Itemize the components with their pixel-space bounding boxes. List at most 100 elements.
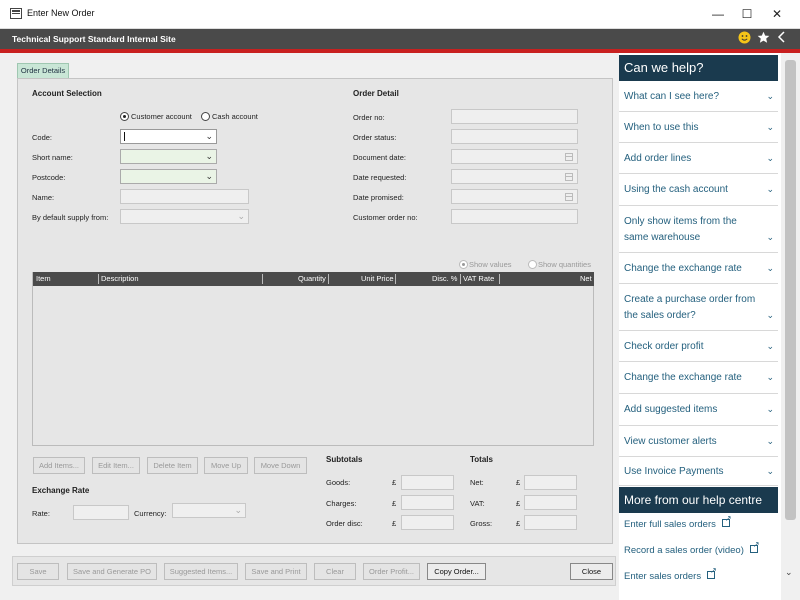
copy-order-button[interactable]: Copy Order... bbox=[427, 563, 486, 580]
help-link-full-sales-orders[interactable]: Enter full sales orders bbox=[624, 514, 732, 530]
help-item-label: Add suggested items bbox=[624, 404, 718, 415]
help-item-label: Check order profit bbox=[624, 341, 704, 352]
help-item-what-can-i-see[interactable]: What can I see here? ⌄ bbox=[619, 82, 778, 112]
chevron-down-icon: ⌄ bbox=[766, 466, 774, 476]
column-header-disc[interactable]: Disc. % bbox=[432, 274, 457, 283]
suggested-items-button[interactable]: Suggested Items... bbox=[164, 563, 238, 580]
order-status-field[interactable] bbox=[451, 129, 578, 144]
help-item-purchase-order[interactable]: Create a purchase order from the sales o… bbox=[619, 285, 778, 331]
help-link-enter-sales-orders[interactable]: Enter sales orders bbox=[624, 566, 717, 582]
order-no-label: Order no: bbox=[353, 113, 385, 122]
order-disc-field bbox=[401, 515, 454, 530]
order-status-label: Order status: bbox=[353, 133, 397, 142]
help-item-same-warehouse[interactable]: Only show items from the same warehouse ⌄ bbox=[619, 207, 778, 253]
chevron-down-icon: ⌄ bbox=[766, 372, 774, 382]
show-values-radio[interactable] bbox=[459, 260, 468, 269]
column-header-quantity[interactable]: Quantity bbox=[298, 274, 326, 283]
currency-dropdown[interactable]: ⌄ bbox=[172, 503, 246, 518]
star-icon[interactable] bbox=[756, 31, 770, 45]
help-item-add-order-lines[interactable]: Add order lines ⌄ bbox=[619, 144, 778, 174]
order-lines-grid[interactable] bbox=[32, 272, 594, 446]
column-separator[interactable] bbox=[98, 274, 99, 284]
column-separator[interactable] bbox=[460, 274, 461, 284]
chevron-left-icon[interactable] bbox=[775, 31, 789, 45]
order-no-field[interactable] bbox=[451, 109, 578, 124]
scroll-down-icon[interactable]: ⌄ bbox=[785, 567, 793, 578]
name-field[interactable] bbox=[120, 189, 249, 204]
column-separator[interactable] bbox=[499, 274, 500, 284]
calendar-icon[interactable] bbox=[565, 153, 573, 161]
move-down-button[interactable]: Move Down bbox=[254, 457, 307, 474]
external-link-icon bbox=[707, 566, 717, 579]
charges-label: Charges: bbox=[326, 499, 357, 508]
calendar-icon[interactable] bbox=[565, 173, 573, 181]
code-dropdown[interactable]: ⌄ bbox=[120, 129, 217, 144]
help-link-record-video[interactable]: Record a sales order (video) bbox=[624, 540, 760, 556]
date-promised-label: Date promised: bbox=[353, 193, 404, 202]
totals-heading: Totals bbox=[470, 455, 493, 464]
currency-symbol: £ bbox=[392, 499, 397, 508]
column-header-vat-rate[interactable]: VAT Rate bbox=[463, 274, 494, 283]
date-promised-field[interactable] bbox=[451, 189, 578, 204]
exchange-rate-heading: Exchange Rate bbox=[32, 486, 90, 495]
column-separator[interactable] bbox=[328, 274, 329, 284]
show-quantities-radio[interactable] bbox=[528, 260, 537, 269]
minimize-button[interactable]: — bbox=[708, 4, 728, 24]
column-header-unit-price[interactable]: Unit Price bbox=[361, 274, 394, 283]
delete-item-button[interactable]: Delete Item bbox=[147, 457, 198, 474]
customer-account-radio[interactable] bbox=[120, 112, 129, 121]
smiley-icon[interactable] bbox=[737, 31, 751, 45]
date-requested-label: Date requested: bbox=[353, 173, 407, 182]
help-item-exchange-rate-2[interactable]: Change the exchange rate ⌄ bbox=[619, 363, 778, 394]
close-window-button[interactable]: ✕ bbox=[767, 4, 787, 24]
chevron-down-icon: ⌄ bbox=[766, 91, 774, 101]
name-label: Name: bbox=[32, 193, 55, 202]
maximize-button[interactable]: ☐ bbox=[737, 4, 757, 24]
help-item-label: Create a purchase order from the sales o… bbox=[624, 294, 756, 321]
rate-label: Rate: bbox=[32, 509, 50, 518]
date-requested-field[interactable] bbox=[451, 169, 578, 184]
add-items-button[interactable]: Add Items... bbox=[33, 457, 85, 474]
postcode-dropdown[interactable]: ⌄ bbox=[120, 169, 217, 184]
edit-item-button[interactable]: Edit Item... bbox=[92, 457, 140, 474]
customer-order-no-field[interactable] bbox=[451, 209, 578, 224]
rate-field[interactable] bbox=[73, 505, 129, 520]
site-title: Technical Support Standard Internal Site bbox=[12, 34, 176, 44]
cash-account-radio[interactable] bbox=[201, 112, 210, 121]
help-item-customer-alerts[interactable]: View customer alerts ⌄ bbox=[619, 427, 778, 457]
column-header-item[interactable]: Item bbox=[36, 274, 51, 283]
tab-order-details[interactable]: Order Details bbox=[17, 63, 69, 78]
move-up-button[interactable]: Move Up bbox=[204, 457, 248, 474]
order-profit-button[interactable]: Order Profit... bbox=[363, 563, 420, 580]
help-item-label: Using the cash account bbox=[624, 184, 728, 195]
help-link-label: Enter full sales orders bbox=[624, 519, 716, 530]
help-item-suggested-items[interactable]: Add suggested items ⌄ bbox=[619, 395, 778, 426]
calendar-icon[interactable] bbox=[565, 193, 573, 201]
help-item-label: Only show items from the same warehouse bbox=[624, 216, 737, 243]
scrollbar-thumb[interactable] bbox=[785, 60, 796, 520]
chevron-down-icon: ⌄ bbox=[766, 341, 774, 351]
help-link-label: Enter sales orders bbox=[624, 571, 702, 582]
save-print-button[interactable]: Save and Print bbox=[245, 563, 307, 580]
clear-button[interactable]: Clear bbox=[314, 563, 356, 580]
column-header-description[interactable]: Description bbox=[101, 274, 139, 283]
net-total-field bbox=[524, 475, 577, 490]
document-date-field[interactable] bbox=[451, 149, 578, 164]
column-header-net[interactable]: Net bbox=[580, 274, 592, 283]
currency-symbol: £ bbox=[392, 519, 397, 528]
show-quantities-label: Show quantities bbox=[538, 260, 591, 269]
column-separator[interactable] bbox=[262, 274, 263, 284]
help-item-invoice-payments[interactable]: Use Invoice Payments ⌄ bbox=[619, 458, 778, 486]
close-button[interactable]: Close bbox=[570, 563, 613, 580]
column-separator[interactable] bbox=[395, 274, 396, 284]
supply-from-dropdown[interactable]: ⌄ bbox=[120, 209, 249, 224]
show-values-label: Show values bbox=[469, 260, 512, 269]
help-item-exchange-rate[interactable]: Change the exchange rate ⌄ bbox=[619, 254, 778, 284]
code-label: Code: bbox=[32, 133, 53, 142]
help-item-cash-account[interactable]: Using the cash account ⌄ bbox=[619, 175, 778, 206]
save-button[interactable]: Save bbox=[17, 563, 59, 580]
short-name-dropdown[interactable]: ⌄ bbox=[120, 149, 217, 164]
help-item-order-profit[interactable]: Check order profit ⌄ bbox=[619, 332, 778, 362]
save-generate-po-button[interactable]: Save and Generate PO bbox=[67, 563, 157, 580]
help-item-when-to-use[interactable]: When to use this ⌄ bbox=[619, 113, 778, 143]
